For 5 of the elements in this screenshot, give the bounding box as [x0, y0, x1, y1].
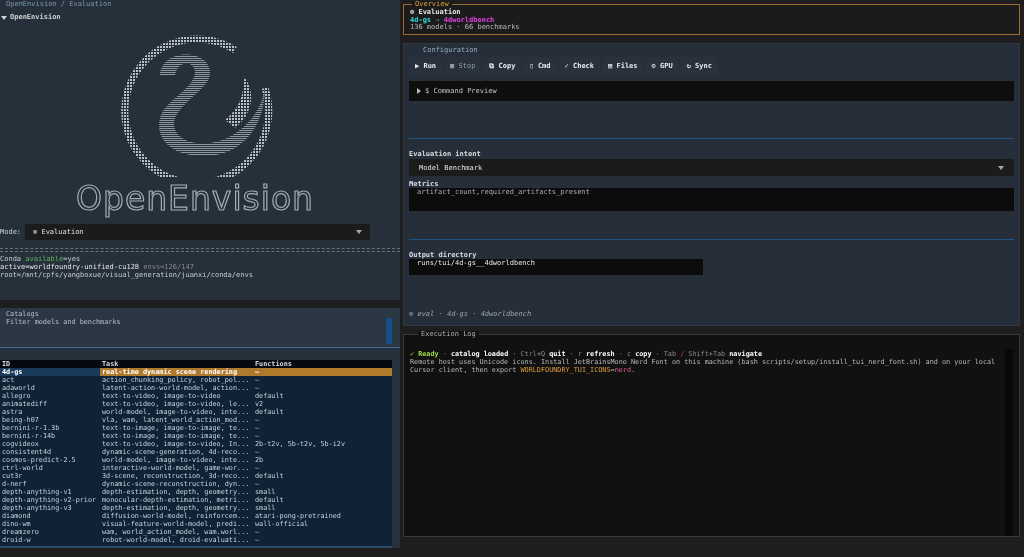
logo-wordmark: OpenEnvision	[74, 182, 316, 216]
scrollbar[interactable]	[1005, 349, 1013, 536]
scrollbar[interactable]	[386, 318, 392, 344]
caret-icon	[998, 165, 1004, 170]
caret-icon	[356, 229, 362, 234]
